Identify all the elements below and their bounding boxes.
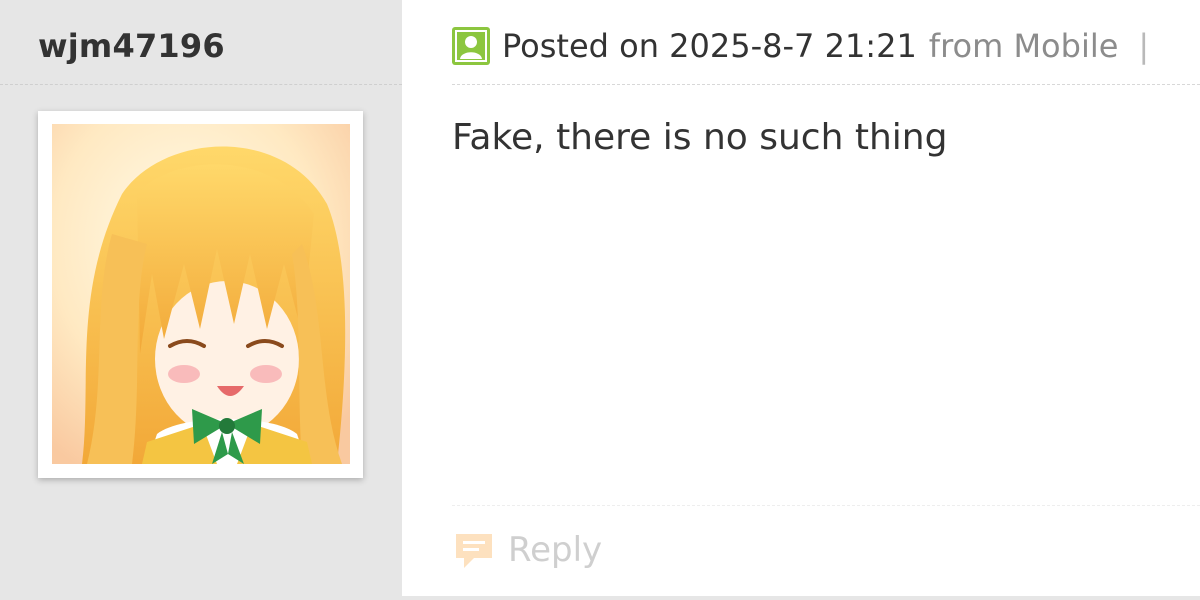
post-message: Fake, there is no such thing xyxy=(452,117,948,158)
avatar-frame xyxy=(38,111,363,478)
meta-separator: | xyxy=(1138,27,1150,65)
forum-post: wjm47196 Posted on 2025-8-7 21:21 from M… xyxy=(0,0,1200,600)
author-username[interactable]: wjm47196 xyxy=(38,28,225,64)
post-source: from Mobile xyxy=(928,27,1119,65)
speech-bubble-icon xyxy=(454,530,494,570)
author-divider xyxy=(0,84,402,85)
post-author-panel: wjm47196 xyxy=(0,0,402,600)
post-timestamp: Posted on 2025-8-7 21:21 xyxy=(502,27,917,65)
post-meta: Posted on 2025-8-7 21:21 from Mobile | xyxy=(452,26,1149,66)
post-bottom-border xyxy=(0,596,1200,600)
meta-divider xyxy=(452,84,1200,85)
reply-label: Reply xyxy=(508,530,603,570)
post-content-panel: Posted on 2025-8-7 21:21 from Mobile | F… xyxy=(402,0,1200,600)
anime-girl-avatar-image xyxy=(52,124,350,464)
reply-button[interactable]: Reply xyxy=(454,530,602,570)
footer-divider xyxy=(452,505,1200,506)
user-online-icon xyxy=(452,27,490,65)
avatar[interactable] xyxy=(52,124,350,464)
